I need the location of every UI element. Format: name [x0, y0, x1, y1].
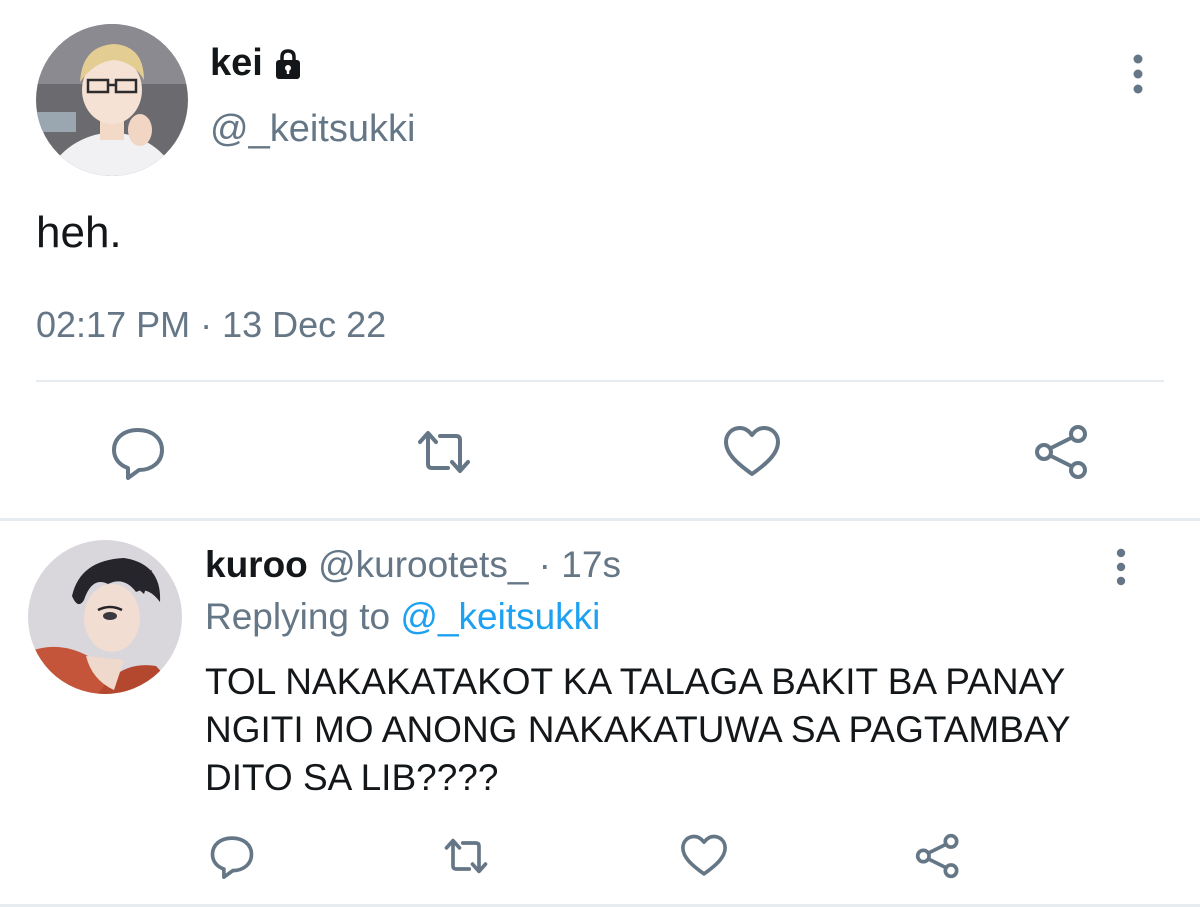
- share-icon[interactable]: [1030, 420, 1094, 484]
- reply-more-options-icon[interactable]: [1104, 546, 1138, 588]
- lock-icon: [271, 47, 305, 81]
- replying-to-link[interactable]: @_keitsukki: [400, 596, 600, 637]
- display-name[interactable]: kei: [210, 42, 305, 85]
- like-icon[interactable]: [678, 830, 730, 882]
- display-name-text: kei: [210, 42, 263, 84]
- reply-time[interactable]: 17s: [561, 544, 621, 585]
- reply-icon[interactable]: [206, 830, 258, 882]
- avatar[interactable]: [36, 24, 188, 176]
- reply-text: TOL NAKAKATAKOT KA TALAGA BAKIT BA PANAY…: [205, 661, 1070, 798]
- timestamp[interactable]: 02:17 PM · 13 Dec 22: [36, 304, 386, 346]
- reply-icon[interactable]: [106, 420, 170, 484]
- retweet-icon[interactable]: [440, 830, 492, 882]
- share-icon[interactable]: [912, 830, 964, 882]
- section-divider: [0, 518, 1200, 521]
- reply-display-name[interactable]: kuroo: [205, 544, 308, 585]
- handle[interactable]: @_keitsukki: [210, 108, 415, 151]
- like-icon[interactable]: [720, 420, 784, 484]
- divider: [36, 380, 1164, 382]
- replying-to-label: Replying to: [205, 596, 401, 637]
- replying-to: Replying to @_keitsukki: [205, 596, 600, 638]
- more-options-icon[interactable]: [1120, 52, 1156, 96]
- reply-separator: ·: [528, 544, 562, 585]
- reply-handle[interactable]: @kurootets_: [318, 544, 528, 585]
- retweet-icon[interactable]: [412, 420, 476, 484]
- tweet-text: heh.: [36, 208, 122, 257]
- reply-header: kuroo @kurootets_ · 17s: [205, 544, 621, 586]
- main-tweet: kei @_keitsukki heh. 02:17 PM · 13 Dec 2…: [0, 0, 1200, 520]
- reply-avatar[interactable]: [28, 540, 182, 694]
